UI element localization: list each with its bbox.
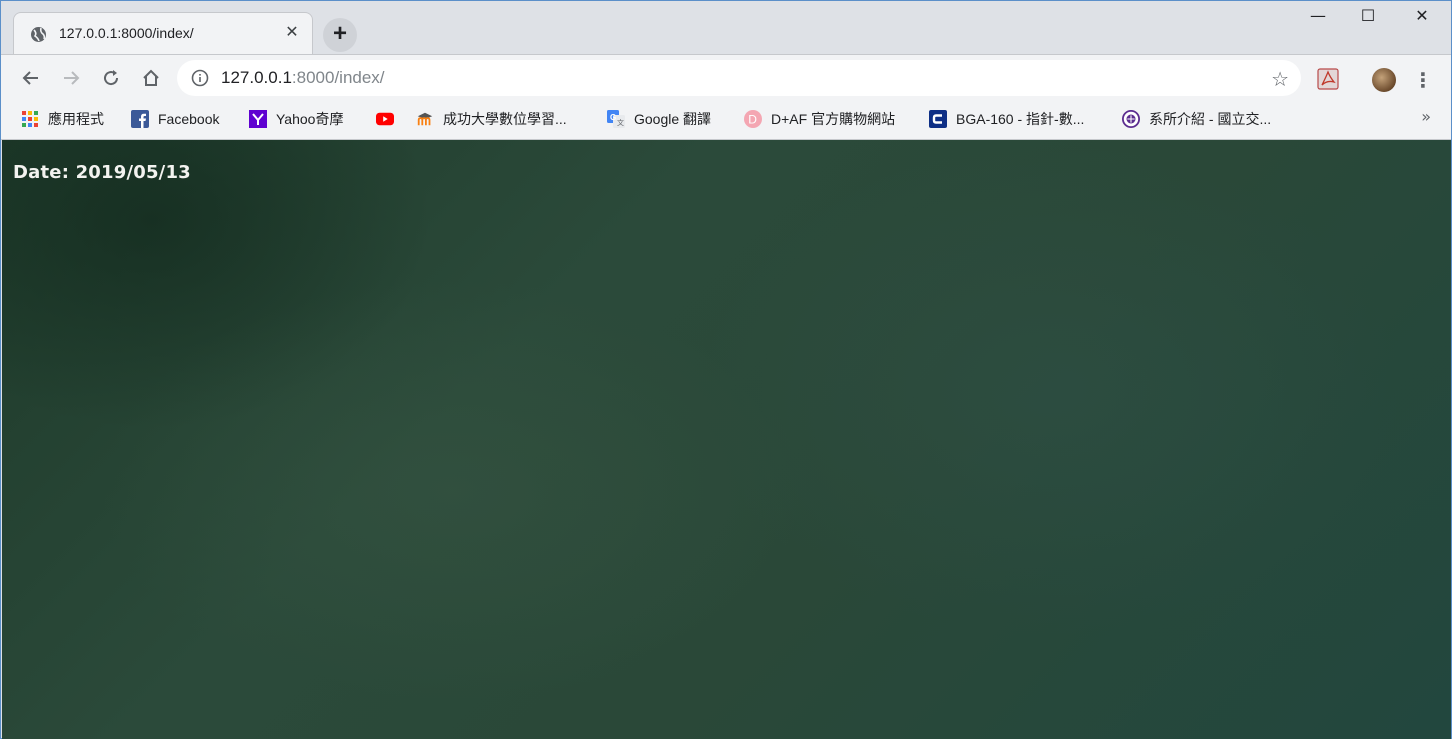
bookmark-facebook[interactable]: Facebook [131,109,219,129]
new-tab-button[interactable]: + [323,18,357,52]
tab-title: 127.0.0.1:8000/index/ [59,25,194,41]
arrow-left-icon [22,71,38,85]
maximize-button[interactable]: ☐ [1341,1,1395,31]
back-button[interactable] [17,64,45,92]
bookmark-label: 應用程式 [48,111,104,127]
bookmark-label: D+AF 官方購物網站 [771,111,896,127]
menu-icon[interactable]: ⋮ [1413,66,1433,94]
bookmark-daf[interactable]: D D+AF 官方購物網站 [744,109,895,129]
url-text[interactable]: 127.0.0.1:8000/index/ [221,68,385,88]
url-path: :8000/index/ [291,68,385,87]
bookmark-apps[interactable]: 應用程式 [21,109,104,129]
bookmark-label: Yahoo奇摩 [276,111,344,127]
reload-icon [104,70,119,86]
bookmarks-overflow-icon[interactable]: » [1421,107,1431,126]
tab-close-icon[interactable]: ✕ [282,22,302,42]
globe-icon [30,26,47,43]
bookmark-label: 系所介紹 - 國立交... [1149,111,1272,127]
bookmark-star-icon[interactable]: ☆ [1271,67,1289,91]
bookmark-youtube[interactable] [376,109,394,129]
svg-text:文: 文 [617,118,624,127]
nctu-icon [1122,110,1140,128]
chalkboard-page: Date: 2019/05/13 [2,140,1451,739]
bookmark-google-translate[interactable]: G文 Google 翻譯 [607,109,711,129]
tab-active[interactable]: 127.0.0.1:8000/index/ ✕ [13,12,313,55]
pdf-extension-icon[interactable] [1317,68,1339,90]
google-translate-icon: G文 [607,110,625,128]
arrow-right-icon [64,71,80,85]
home-icon [143,69,159,86]
window-close-button[interactable]: ✕ [1395,1,1449,31]
bookmark-label: Google 翻譯 [634,111,712,127]
profile-avatar[interactable] [1372,68,1396,92]
reload-button[interactable] [97,64,125,92]
facebook-icon [131,110,149,128]
apps-grid-icon [21,110,39,128]
bookmark-nctu[interactable]: 系所介紹 - 國立交... [1122,109,1271,129]
bookmark-ncku-moodle[interactable]: 成功大學數位學習... [416,109,567,129]
svg-text:G: G [610,113,616,122]
bookmark-yahoo[interactable]: Yahoo奇摩 [249,109,343,129]
moodle-icon [416,110,434,128]
bookmarks-bar: 應用程式 Facebook Yahoo奇摩 成功大學數位學習... G文 Goo… [1,101,1451,140]
bookmark-label: BGA-160 - 指針-數... [956,111,1085,127]
bookmark-label: 成功大學數位學習... [443,111,567,127]
casio-icon [929,110,947,128]
home-button[interactable] [137,64,165,92]
youtube-icon [376,110,394,128]
url-host: 127.0.0.1 [221,68,292,87]
bookmark-label: Facebook [158,111,220,127]
date-label: Date: 2019/05/13 [13,162,191,183]
forward-button[interactable] [57,64,85,92]
address-bar[interactable]: 127.0.0.1:8000/index/ ☆ [177,60,1301,96]
bookmark-casio[interactable]: BGA-160 - 指針-數... [929,109,1084,129]
browser-toolbar: 127.0.0.1:8000/index/ ☆ ⋮ [1,54,1451,101]
svg-text:D: D [748,113,757,127]
daf-icon: D [744,110,762,128]
yahoo-icon [249,110,267,128]
title-bar: 127.0.0.1:8000/index/ ✕ + — ☐ ✕ [1,1,1451,55]
minimize-button[interactable]: — [1291,1,1345,31]
info-icon[interactable] [191,69,209,87]
